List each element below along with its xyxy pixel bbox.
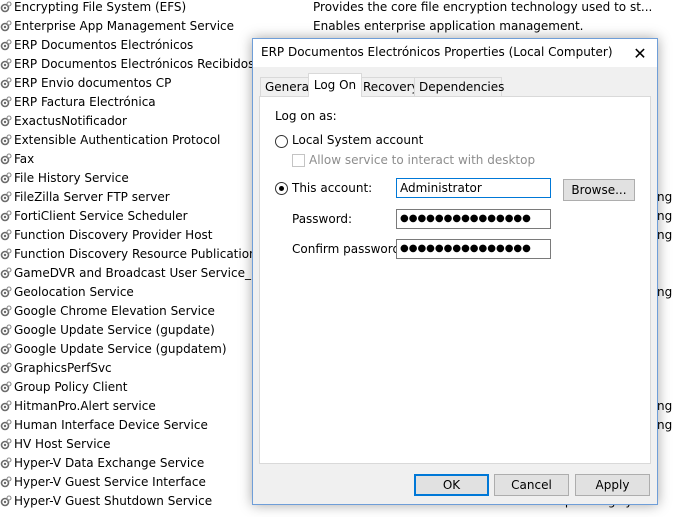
- service-gear-icon: [0, 362, 12, 374]
- service-name: Encrypting File System (EFS): [14, 0, 187, 14]
- service-gear-icon: [0, 248, 12, 260]
- service-name: ERP Documentos Electrónicos Recibidos: [14, 57, 255, 71]
- service-status-fragment: ng: [657, 228, 673, 242]
- service-gear-icon: [0, 77, 12, 89]
- tab-general[interactable]: General: [260, 77, 312, 96]
- service-name: ExactusNotificador: [14, 114, 127, 128]
- service-gear-icon: [0, 343, 12, 355]
- account-input[interactable]: Administrator: [396, 178, 551, 198]
- service-gear-icon: [0, 400, 12, 412]
- password-label: Password:: [292, 212, 353, 226]
- service-name: Geolocation Service: [14, 285, 134, 299]
- service-gear-icon: [0, 172, 12, 184]
- service-name: HV Host Service: [14, 437, 111, 451]
- service-gear-icon: [0, 476, 12, 488]
- properties-dialog: ERP Documentos Electrónicos Properties (…: [252, 38, 658, 505]
- service-row[interactable]: Encrypting File System (EFS) Provides the…: [0, 0, 686, 17]
- this-account-radio[interactable]: [275, 182, 288, 195]
- service-status-fragment: ng: [657, 399, 673, 413]
- service-gear-icon: [0, 229, 12, 241]
- dialog-titlebar: ERP Documentos Electrónicos Properties (…: [253, 39, 657, 67]
- service-gear-icon: [0, 1, 12, 13]
- service-name: Google Update Service (gupdatem): [14, 342, 227, 356]
- log-on-panel: Log on as: Local System account Allow se…: [259, 96, 651, 464]
- close-button[interactable]: ✕: [623, 39, 657, 67]
- service-gear-icon: [0, 115, 12, 127]
- this-account-label[interactable]: This account:: [292, 181, 372, 195]
- service-gear-icon: [0, 267, 12, 279]
- service-name: Hyper-V Data Exchange Service: [14, 456, 205, 470]
- log-on-as-label: Log on as:: [275, 109, 337, 123]
- tab-recovery[interactable]: Recovery: [358, 77, 419, 96]
- service-gear-icon: [0, 438, 12, 450]
- service-status-fragment: ng: [657, 209, 673, 223]
- service-gear-icon: [0, 191, 12, 203]
- browse-button[interactable]: Browse...: [563, 179, 635, 201]
- service-name: Google Chrome Elevation Service: [14, 304, 215, 318]
- confirm-password-label: Confirm password:: [292, 242, 405, 256]
- tab-log-on[interactable]: Log On: [308, 73, 362, 97]
- service-name: Hyper-V Guest Service Interface: [14, 475, 206, 489]
- service-gear-icon: [0, 305, 12, 317]
- service-status-fragment: ng: [657, 190, 673, 204]
- service-name: ERP Factura Electrónica: [14, 95, 156, 109]
- service-status-fragment: ng: [657, 418, 673, 432]
- service-name: Google Update Service (gupdate): [14, 323, 215, 337]
- service-name: File History Service: [14, 171, 129, 185]
- password-input[interactable]: ●●●●●●●●●●●●●●●: [396, 209, 551, 229]
- service-gear-icon: [0, 153, 12, 165]
- service-status-fragment: ng: [657, 285, 673, 299]
- allow-interact-checkbox[interactable]: [292, 154, 305, 167]
- service-name: Hyper-V Guest Shutdown Service: [14, 494, 213, 508]
- service-gear-icon: [0, 96, 12, 108]
- service-gear-icon: [0, 39, 12, 51]
- ok-button[interactable]: OK: [414, 474, 489, 496]
- service-name: Group Policy Client: [14, 380, 128, 394]
- service-name: FileZilla Server FTP server: [14, 190, 170, 204]
- service-gear-icon: [0, 381, 12, 393]
- allow-interact-label: Allow service to interact with desktop: [309, 153, 536, 167]
- service-name: ERP Envio documentos CP: [14, 76, 172, 90]
- service-name: HitmanPro.Alert service: [14, 399, 156, 413]
- service-gear-icon: [0, 58, 12, 70]
- confirm-password-input[interactable]: ●●●●●●●●●●●●●●●: [396, 239, 551, 259]
- local-system-radio[interactable]: [275, 135, 288, 148]
- service-name: Function Discovery Provider Host: [14, 228, 213, 242]
- service-row[interactable]: Enterprise App Management Service Enables…: [0, 17, 686, 36]
- service-gear-icon: [0, 419, 12, 431]
- service-name: FortiClient Service Scheduler: [14, 209, 188, 223]
- service-gear-icon: [0, 495, 12, 507]
- service-name: GraphicsPerfSvc: [14, 361, 112, 375]
- service-gear-icon: [0, 324, 12, 336]
- service-gear-icon: [0, 457, 12, 469]
- service-name: ERP Documentos Electrónicos: [14, 38, 194, 52]
- tab-dependencies[interactable]: Dependencies: [414, 77, 504, 96]
- service-name: Extensible Authentication Protocol: [14, 133, 221, 147]
- service-name: Enterprise App Management Service: [14, 19, 235, 33]
- close-icon: ✕: [633, 43, 647, 63]
- cancel-button[interactable]: Cancel: [494, 474, 569, 496]
- service-name: Function Discovery Resource Publication: [14, 247, 257, 261]
- service-gear-icon: [0, 210, 12, 222]
- service-gear-icon: [0, 20, 12, 32]
- service-gear-icon: [0, 286, 12, 298]
- service-description: Enables enterprise application managemen…: [313, 19, 584, 33]
- apply-button[interactable]: Apply: [575, 474, 650, 496]
- service-name: Fax: [14, 152, 35, 166]
- service-gear-icon: [0, 134, 12, 146]
- dialog-title: ERP Documentos Electrónicos Properties (…: [261, 45, 613, 59]
- service-description: Provides the core file encryption techno…: [313, 0, 653, 14]
- service-name: Human Interface Device Service: [14, 418, 208, 432]
- local-system-label[interactable]: Local System account: [292, 133, 423, 147]
